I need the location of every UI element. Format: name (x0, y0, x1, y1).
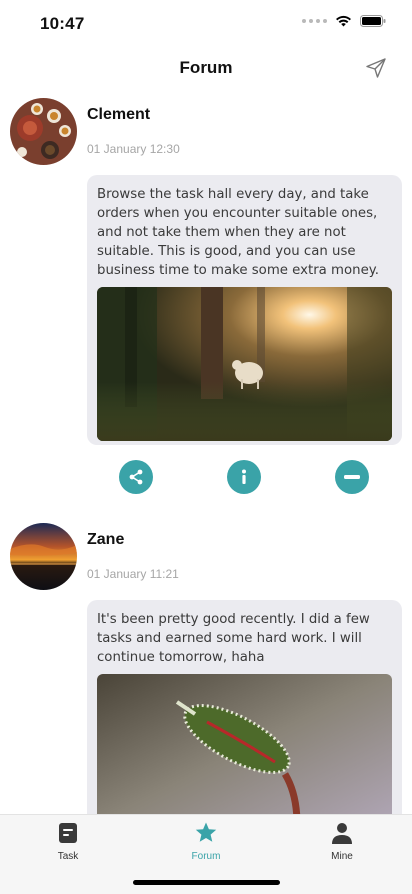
tab-task[interactable]: Task (28, 821, 108, 862)
status-icons (302, 15, 386, 27)
wifi-icon (336, 15, 351, 27)
avatar[interactable] (10, 98, 77, 165)
page-title: Forum (179, 58, 233, 77)
post-actions (0, 460, 412, 496)
person-icon (332, 823, 352, 844)
nav-bar: Forum (0, 46, 412, 90)
post-author[interactable]: Zane (87, 531, 124, 549)
status-time: 10:47 (40, 14, 85, 33)
forest-lamb-photo (97, 287, 392, 441)
star-icon (195, 822, 217, 842)
post-author[interactable]: Clement (87, 106, 150, 124)
post-timestamp: 01 January 11:21 (87, 567, 179, 581)
battery-icon (360, 15, 386, 27)
tab-label: Forum (191, 851, 221, 862)
post-image[interactable] (97, 674, 392, 814)
post-content: Browse the task hall every day, and take… (87, 175, 402, 445)
post-content: It's been pretty good recently. I did a … (87, 600, 402, 814)
status-bar: 10:47 (0, 0, 412, 46)
frosted-bud-photo (97, 674, 392, 814)
tea-set-photo (10, 98, 77, 165)
cellular-signal-icon (302, 19, 327, 23)
task-doc-icon (59, 823, 77, 843)
post-timestamp: 01 January 12:30 (87, 142, 180, 156)
info-button[interactable] (227, 460, 261, 494)
home-indicator (133, 880, 280, 885)
tab-label: Mine (331, 851, 353, 862)
post-image[interactable] (97, 287, 392, 441)
tab-mine[interactable]: Mine (302, 821, 382, 862)
minus-circle-icon (344, 475, 360, 479)
forum-post: Zane 01 January 11:21 It's been pretty g… (0, 515, 412, 814)
share-button[interactable] (119, 460, 153, 494)
remove-button[interactable] (335, 460, 369, 494)
info-icon (242, 469, 246, 484)
tab-forum[interactable]: Forum (166, 821, 246, 862)
share-icon (129, 469, 143, 485)
post-text: It's been pretty good recently. I did a … (97, 612, 370, 665)
send-icon[interactable] (364, 56, 388, 80)
post-text: Browse the task hall every day, and take… (97, 187, 379, 278)
avatar[interactable] (10, 523, 77, 590)
forum-feed[interactable]: Clement 01 January 12:30 Browse the task… (0, 90, 412, 814)
tab-label: Task (57, 851, 79, 862)
sunset-sea-photo (10, 523, 77, 590)
forum-post: Clement 01 January 12:30 Browse the task… (0, 90, 412, 515)
